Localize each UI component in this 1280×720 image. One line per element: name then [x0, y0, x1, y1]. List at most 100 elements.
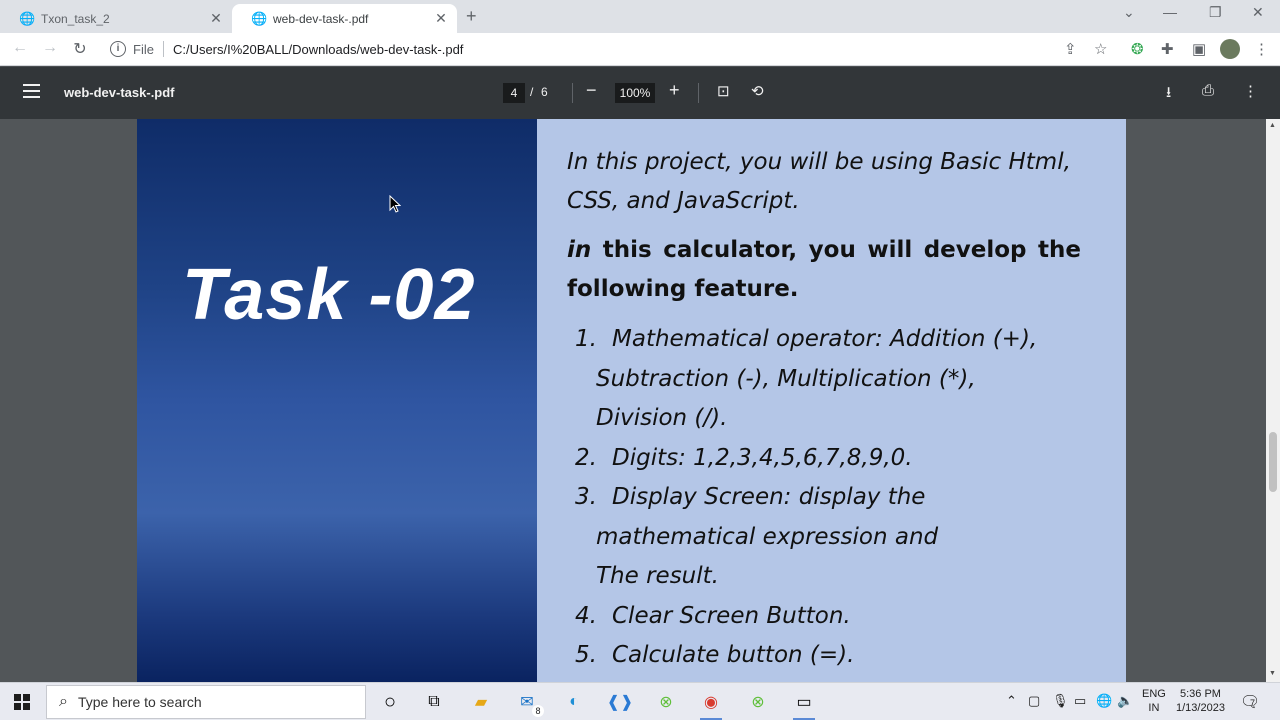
edge-browser-icon[interactable]: ◐: [561, 689, 587, 715]
scrollbar-thumb[interactable]: [1269, 432, 1277, 492]
list-item: 4. Clear Screen Button.: [567, 597, 1081, 637]
clock-time: 5:36 PM: [1179, 688, 1221, 700]
network-globe-icon[interactable]: 🌐: [1096, 693, 1112, 709]
scroll-up-arrow-icon[interactable]: ▲: [1269, 122, 1276, 129]
address-bar[interactable]: i File C:/Users/I%20BALL/Downloads/web-d…: [103, 36, 1123, 62]
mail-icon[interactable]: ✉ 8: [514, 689, 544, 717]
scheme-label: File: [133, 41, 154, 57]
more-options-icon[interactable]: ⋮: [1243, 82, 1258, 100]
list-item: 3. Display Screen: display the mathemati…: [567, 478, 1081, 597]
list-number: 1.: [575, 326, 597, 352]
scroll-down-arrow-icon[interactable]: ▼: [1269, 670, 1276, 677]
avatar[interactable]: [1220, 39, 1240, 59]
extension-icon[interactable]: ❂: [1131, 40, 1144, 58]
feature-lead-text: this calculator, you will develop the fo…: [567, 237, 1081, 302]
taskbar-search-box[interactable]: ⌕ Type here to search: [46, 685, 366, 719]
rotate-icon[interactable]: ⟲: [751, 82, 764, 100]
page-separator: /: [530, 85, 534, 99]
download-icon[interactable]: ⭳: [1166, 82, 1171, 107]
pdf-page: Task -02 In this project, you will be us…: [137, 119, 1126, 682]
print-icon[interactable]: ⎙: [1202, 82, 1214, 99]
browser-toolbar: ← → ↻ i File C:/Users/I%20BALL/Downloads…: [0, 33, 1280, 66]
feature-lead-italic: in: [567, 237, 592, 263]
list-number: 4.: [575, 602, 597, 629]
list-text: Digits: 1,2,3,4,5,6,7,8,9,0.: [612, 444, 913, 471]
cortana-icon[interactable]: ○: [377, 689, 403, 715]
volume-icon[interactable]: 🔈: [1117, 693, 1133, 709]
clock-date: 1/13/2023: [1176, 702, 1225, 714]
document-title: web-dev-task-.pdf: [64, 85, 175, 100]
tab-web-dev-task-pdf[interactable]: 🌐 web-dev-task-.pdf ✕: [232, 4, 457, 33]
zoom-out-icon[interactable]: −: [586, 80, 597, 101]
vscode-icon[interactable]: ❰❱: [607, 689, 634, 715]
list-text: Display Screen: display the: [612, 484, 926, 510]
intro-paragraph: In this project, you will be using Basic…: [567, 149, 1071, 214]
feature-list: 1. Mathematical operator: Addition (+), …: [567, 320, 1081, 676]
list-number: 3.: [575, 484, 597, 510]
divider: [698, 83, 699, 103]
restore-icon[interactable]: ❐: [1209, 4, 1222, 21]
page-number-input[interactable]: 4: [503, 83, 525, 103]
forward-icon[interactable]: →: [40, 39, 60, 57]
zoom-in-icon[interactable]: +: [669, 80, 680, 101]
close-window-icon[interactable]: ✕: [1252, 4, 1264, 21]
back-icon[interactable]: ←: [10, 39, 30, 57]
tab-title: web-dev-task-.pdf: [273, 11, 369, 26]
microphone-icon[interactable]: 🎙: [1052, 693, 1069, 709]
task-view-icon[interactable]: ⧉: [421, 689, 447, 715]
window-app-icon[interactable]: ▭: [791, 689, 817, 720]
list-text: Subtraction (-), Multiplication (*),: [596, 365, 976, 392]
notification-count: 7: [1250, 698, 1256, 708]
total-pages: 6: [541, 85, 548, 99]
chrome-icon[interactable]: ◉: [698, 689, 724, 720]
search-icon: ⌕: [59, 693, 68, 710]
file-explorer-icon[interactable]: ▰: [468, 689, 494, 715]
side-panel-icon[interactable]: ▣: [1192, 40, 1206, 58]
list-item: 2. Digits: 1,2,3,4,5,6,7,8,9,0.: [567, 439, 1081, 479]
tab-strip: 🌐 Txon_task_2 ✕ 🌐 web-dev-task-.pdf ✕ + …: [0, 0, 1280, 33]
list-item: 1. Mathematical operator: Addition (+), …: [567, 320, 1081, 439]
vertical-scrollbar[interactable]: ▲ ▼: [1266, 119, 1280, 682]
globe-icon: 🌐: [251, 10, 268, 26]
bookmark-star-icon[interactable]: ☆: [1094, 40, 1107, 58]
list-item: 5. Calculate button (=).: [567, 636, 1081, 676]
reload-icon[interactable]: ↻: [70, 39, 90, 59]
app-green-icon-2[interactable]: ⊗: [745, 689, 771, 715]
system-clock[interactable]: 5:36 PM 1/13/2023: [1176, 687, 1225, 715]
right-content-panel: In this project, you will be using Basic…: [537, 119, 1126, 682]
pdf-toolbar: web-dev-task-.pdf 4 / 6 − 100% + ⊡ ⟲ ⭳ ⎙…: [0, 67, 1280, 119]
windows-start-icon[interactable]: [14, 694, 30, 710]
notification-center-icon[interactable]: 🗨 7: [1240, 692, 1260, 712]
hamburger-menu-icon[interactable]: [23, 84, 40, 98]
language-indicator[interactable]: ENG IN: [1142, 687, 1166, 715]
menu-kebab-icon[interactable]: ⋮: [1254, 40, 1269, 58]
fit-to-page-icon[interactable]: ⊡: [717, 82, 730, 100]
url-text[interactable]: C:/Users/I%20BALL/Downloads/web-dev-task…: [173, 42, 463, 57]
pdf-viewport[interactable]: Task -02 In this project, you will be us…: [0, 119, 1280, 682]
share-icon[interactable]: ⇪: [1064, 40, 1077, 58]
list-text: The result.: [596, 563, 719, 589]
globe-icon: 🌐: [19, 10, 36, 26]
info-icon[interactable]: i: [110, 41, 126, 57]
meet-now-icon[interactable]: ▢: [1028, 693, 1040, 709]
close-tab-icon[interactable]: ✕: [433, 10, 449, 27]
new-tab-button[interactable]: +: [466, 6, 477, 27]
list-text: Calculate button (=).: [612, 642, 855, 668]
list-text: mathematical expression and: [596, 523, 939, 550]
zoom-level-input[interactable]: 100%: [615, 83, 655, 103]
tab-title: Txon_task_2: [41, 11, 110, 26]
language-line2: IN: [1148, 702, 1160, 714]
tab-search-chevron-icon[interactable]: ⌄: [1123, 4, 1135, 21]
divider: [162, 41, 164, 57]
minimize-icon[interactable]: —: [1163, 4, 1177, 20]
battery-icon[interactable]: ▭: [1074, 693, 1086, 709]
tab-txon-task[interactable]: 🌐 Txon_task_2 ✕: [0, 4, 232, 33]
list-number: 5.: [575, 642, 597, 668]
show-hidden-icons-icon[interactable]: ⌃: [1006, 693, 1017, 709]
search-placeholder: Type here to search: [77, 694, 202, 710]
close-tab-icon[interactable]: ✕: [208, 10, 224, 27]
extensions-puzzle-icon[interactable]: ✚: [1161, 40, 1174, 58]
app-green-icon[interactable]: ⊗: [653, 689, 679, 715]
language-line1: ENG: [1142, 688, 1166, 700]
list-text: Division (/).: [596, 405, 728, 431]
